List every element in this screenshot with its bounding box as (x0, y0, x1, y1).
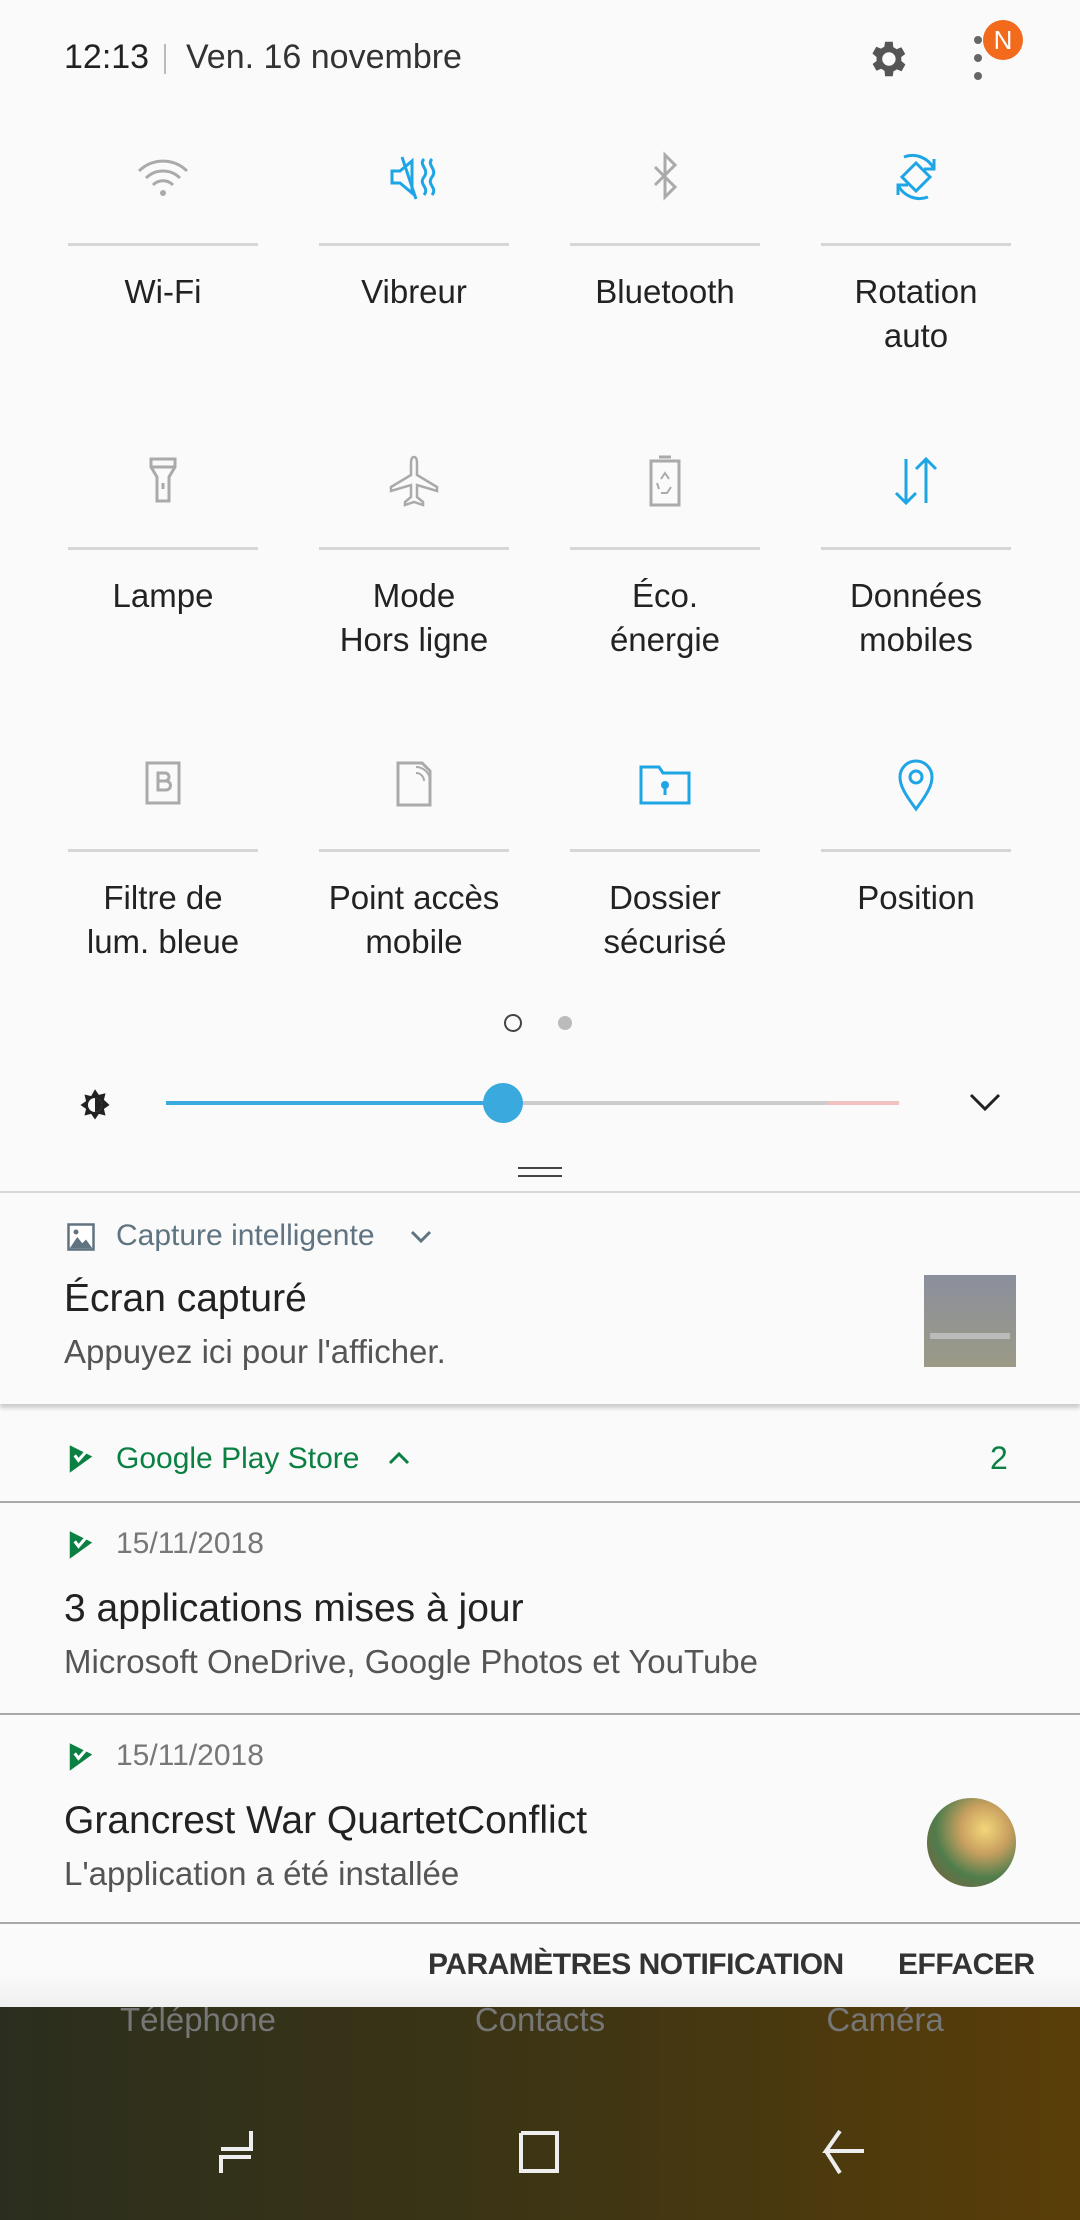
brightness-icon (80, 1089, 110, 1120)
notification-badge: N (983, 20, 1023, 60)
quick-settings-panel: 12:13 Ven. 16 novembre N Wi-Fi Vibreur Blu… (0, 0, 1080, 1193)
notification-title: 3 applications mises à jour (64, 1587, 524, 1630)
chevron-up-icon[interactable] (388, 1450, 410, 1466)
tile-label: Filtre de lum. bleue (86, 879, 240, 960)
tile-label: Données mobiles (849, 577, 983, 658)
divider (0, 1922, 1080, 1924)
gear-icon[interactable] (864, 36, 910, 82)
drag-handle[interactable] (518, 1167, 562, 1169)
mobile-data-icon (894, 456, 938, 506)
notification-capture[interactable]: Capture intelligente Écran capturé Appuy… (0, 1195, 1080, 1404)
tile-divider (570, 849, 760, 852)
notification-text: Appuyez ici pour l'afficher. (64, 1333, 446, 1370)
tile-divider (319, 547, 509, 550)
tile-divider (68, 547, 258, 550)
play-store-icon (69, 1445, 93, 1473)
notification-app-name: Capture intelligente (116, 1219, 375, 1252)
play-store-icon (69, 1531, 93, 1559)
tile-label: Wi-Fi (124, 273, 202, 310)
bluetooth-icon (653, 151, 678, 201)
tile-divider (570, 243, 760, 246)
notification-text: Microsoft OneDrive, Google Photos et You… (64, 1643, 758, 1680)
tile-divider (821, 849, 1011, 852)
tile-divider (68, 849, 258, 852)
brightness-high-zone (828, 1101, 899, 1105)
notification-settings-button[interactable]: PARAMÈTRES NOTIFICATION (428, 1948, 844, 1982)
vibrate-icon (390, 156, 436, 200)
wifi-icon (137, 159, 189, 196)
tile-divider (319, 243, 509, 246)
notification-item[interactable]: 15/11/2018 Grancrest War QuartetConflict… (0, 1715, 1080, 1924)
tile-label: Éco. énergie (609, 577, 721, 658)
notification-group-playstore: Google Play Store 2 15/11/2018 3 applica… (0, 1416, 1080, 1924)
group-count: 2 (990, 1440, 1008, 1476)
tile-divider (821, 547, 1011, 550)
chevron-down-icon[interactable] (410, 1229, 432, 1245)
play-store-icon (69, 1743, 93, 1771)
group-app-name: Google Play Store (116, 1442, 360, 1475)
rotation-icon (896, 153, 936, 201)
tile-divider (319, 849, 509, 852)
notification-date: 15/11/2018 (116, 1527, 264, 1560)
date: Ven. 16 novembre (186, 38, 462, 76)
tile-label: Rotation auto (854, 273, 978, 354)
drag-handle-line (518, 1175, 562, 1177)
home-icon[interactable] (515, 2127, 565, 2177)
brightness-thumb[interactable] (483, 1083, 524, 1123)
notification-date: 15/11/2018 (116, 1739, 264, 1772)
flashlight-icon (149, 457, 177, 503)
brightness-slider[interactable] (166, 1083, 899, 1123)
separator (164, 44, 166, 74)
tile-label: Bluetooth (595, 273, 735, 310)
airplane-icon (389, 455, 439, 507)
hotspot-icon (396, 761, 432, 807)
page-dot[interactable] (558, 1016, 572, 1030)
recent-apps-icon[interactable] (215, 2127, 265, 2177)
tile-label: Position (857, 879, 975, 916)
more-options-icon[interactable] (974, 36, 982, 80)
clock: 12:13 (64, 38, 150, 76)
tile-label: Dossier sécurisé (603, 879, 727, 960)
clear-button[interactable]: EFFACER (898, 1948, 1035, 1982)
location-icon (898, 759, 934, 812)
app-icon (927, 1798, 1016, 1887)
notification-text: L'application a été installée (64, 1855, 460, 1892)
tile-divider (68, 243, 258, 246)
tile-label: Vibreur (361, 273, 467, 310)
tile-divider (821, 243, 1011, 246)
brightness-fill (166, 1101, 504, 1105)
tile-label: Lampe (112, 577, 214, 614)
home-wallpaper: Téléphone Contacts Caméra (0, 2001, 1080, 2220)
secure-folder-icon (639, 765, 691, 805)
tile-label: Point accès mobile (328, 879, 500, 960)
back-icon[interactable] (820, 2127, 870, 2177)
notification-footer: PARAMÈTRES NOTIFICATION EFFACER (0, 1926, 1080, 2007)
notification-title: Écran capturé (64, 1277, 307, 1320)
image-icon (67, 1223, 95, 1251)
notification-title: Grancrest War QuartetConflict (64, 1799, 588, 1842)
notification-item[interactable]: 15/11/2018 3 applications mises à jour M… (0, 1503, 1080, 1713)
tile-divider (570, 547, 760, 550)
screenshot-thumbnail (924, 1275, 1016, 1367)
blue-light-filter-icon (145, 761, 181, 805)
tile-label: Mode Hors ligne (339, 577, 489, 658)
chevron-down-icon[interactable] (968, 1090, 1002, 1114)
page-dot-active[interactable] (504, 1014, 522, 1032)
battery-saver-icon (649, 455, 681, 507)
